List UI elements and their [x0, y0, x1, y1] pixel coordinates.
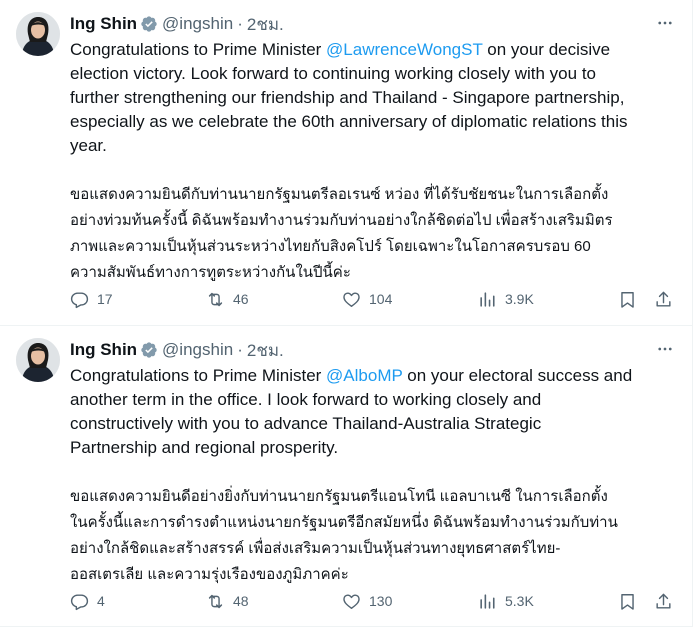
- bookmark-button[interactable]: [618, 286, 637, 312]
- user-handle[interactable]: @ingshin: [162, 340, 233, 360]
- avatar[interactable]: [16, 338, 60, 382]
- views-button[interactable]: 3.9K: [478, 286, 534, 312]
- reply-count: 17: [97, 291, 113, 307]
- bookmark-icon: [618, 290, 637, 309]
- views-icon: [478, 592, 497, 611]
- user-handle[interactable]: @ingshin: [162, 14, 233, 34]
- tweet[interactable]: Ing Shin @ingshin · 2ชม. Congratulations…: [0, 326, 692, 627]
- verified-badge-icon: [140, 15, 158, 33]
- share-icon: [654, 592, 673, 611]
- bookmark-icon: [618, 592, 637, 611]
- tweet-actions: 4 48 130 5.3K: [70, 588, 676, 614]
- tweet-content: Ing Shin @ingshin · 2ชม. Congratulations…: [70, 12, 680, 286]
- repost-icon: [206, 290, 225, 309]
- share-button[interactable]: [654, 588, 673, 614]
- separator-dot: ·: [237, 14, 243, 33]
- tweet-text-thai: ขอแสดงความยินดีอย่างยิ่งกับท่านนายกรัฐมน…: [70, 488, 618, 583]
- like-button[interactable]: 130: [342, 588, 392, 614]
- separator-dot: ·: [237, 340, 243, 359]
- tweet-text-part: Congratulations to Prime Minister: [70, 40, 327, 59]
- more-options-icon[interactable]: [650, 12, 680, 34]
- like-icon: [342, 290, 361, 309]
- tweet-header: Ing Shin @ingshin · 2ชม.: [70, 338, 680, 362]
- display-name[interactable]: Ing Shin: [70, 14, 137, 34]
- reply-icon: [70, 592, 89, 611]
- tweet[interactable]: Ing Shin @ingshin · 2ชม. Congratulations…: [0, 0, 692, 326]
- tweet-content: Ing Shin @ingshin · 2ชม. Congratulations…: [70, 338, 680, 588]
- display-name[interactable]: Ing Shin: [70, 340, 137, 360]
- verified-badge-icon: [140, 341, 158, 359]
- views-count: 5.3K: [505, 593, 534, 609]
- tweet-text-thai: ขอแสดงความยินดีกับท่านนายกรัฐมนตรีลอเรนซ…: [70, 186, 613, 281]
- repost-count: 46: [233, 291, 249, 307]
- reply-button[interactable]: 17: [70, 286, 113, 312]
- repost-count: 48: [233, 593, 249, 609]
- like-icon: [342, 592, 361, 611]
- reply-icon: [70, 290, 89, 309]
- views-count: 3.9K: [505, 291, 534, 307]
- tweet-text: Congratulations to Prime Minister @AlboM…: [70, 364, 675, 460]
- bookmark-button[interactable]: [618, 588, 637, 614]
- tweet-actions: 17 46 104 3.9K: [70, 286, 676, 312]
- timestamp[interactable]: 2ชม.: [247, 337, 284, 364]
- mention-link[interactable]: @AlboMP: [326, 366, 402, 385]
- views-icon: [478, 290, 497, 309]
- share-icon: [654, 290, 673, 309]
- more-options-icon[interactable]: [650, 338, 680, 360]
- avatar[interactable]: [16, 12, 60, 56]
- like-count: 130: [369, 593, 393, 609]
- reply-button[interactable]: 4: [70, 588, 105, 614]
- repost-button[interactable]: 48: [206, 588, 249, 614]
- like-button[interactable]: 104: [342, 286, 392, 312]
- timestamp[interactable]: 2ชม.: [247, 11, 284, 38]
- reply-count: 4: [97, 593, 105, 609]
- timeline-feed: Ing Shin @ingshin · 2ชม. Congratulations…: [0, 0, 693, 627]
- tweet-header: Ing Shin @ingshin · 2ชม.: [70, 12, 680, 36]
- share-button[interactable]: [654, 286, 673, 312]
- tweet-text: Congratulations to Prime Minister @Lawre…: [70, 38, 675, 158]
- tweet-text-part: Congratulations to Prime Minister: [70, 366, 327, 385]
- repost-icon: [206, 592, 225, 611]
- views-button[interactable]: 5.3K: [478, 588, 534, 614]
- mention-link[interactable]: @LawrenceWongST: [326, 40, 483, 59]
- like-count: 104: [369, 291, 393, 307]
- repost-button[interactable]: 46: [206, 286, 249, 312]
